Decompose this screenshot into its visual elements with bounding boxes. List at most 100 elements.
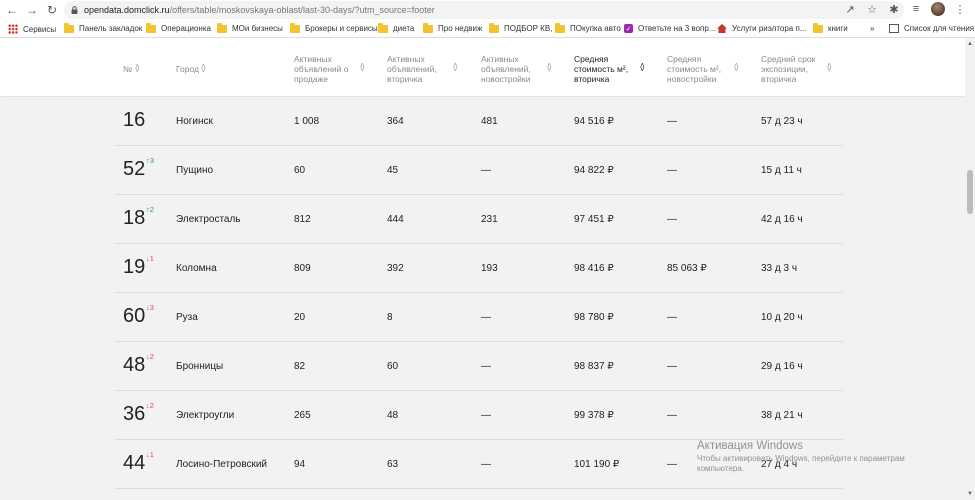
column-header[interactable]: Средний срок экспозиции, вторичка bbox=[761, 54, 815, 84]
table-row[interactable]: 60 ↓3 Руза 20 8 — 98 780 ₽ — 10 д 20 ч bbox=[115, 293, 843, 342]
column-header[interactable]: Город bbox=[176, 64, 199, 74]
windows-activation-watermark: Активация Windows Чтобы активировать Win… bbox=[697, 440, 947, 474]
column-header[interactable]: Средняя стоимость м², вторичка bbox=[574, 54, 628, 84]
bookmark-item[interactable]: ✓ Ответьте на 3 вопр... bbox=[624, 24, 716, 33]
scrollbar[interactable]: ▲ ▼ bbox=[965, 38, 975, 500]
bookmark-label: МОи бизнесы bbox=[232, 24, 283, 33]
forward-arrow-icon[interactable]: → bbox=[24, 2, 40, 18]
bookmark-item[interactable]: диета bbox=[378, 22, 414, 33]
table-row[interactable]: 19 ↓1 Коломна 809 392 193 98 416 ₽ 85 063 ₽ 33 д… bbox=[115, 244, 843, 293]
bookmark-item[interactable]: Сервисы bbox=[8, 24, 56, 34]
secondary-listings-cell: 444 bbox=[387, 214, 404, 225]
sort-arrows-icon[interactable]: ˄ ˅ bbox=[640, 62, 645, 74]
rank-change-badge: ↓3 bbox=[146, 303, 154, 312]
rank-change-value: 3 bbox=[149, 156, 154, 165]
sort-arrows-icon[interactable]: ˄ ˅ bbox=[453, 62, 458, 74]
rank-change-value: 3 bbox=[149, 303, 154, 312]
column-header-line: объявлений, bbox=[387, 64, 437, 74]
table-row[interactable]: 48 ↓2 Бронницы 82 60 — 98 837 ₽ — 29 д 16 ч bbox=[115, 342, 843, 391]
column-header-line: продаже bbox=[294, 74, 328, 84]
rank-change-badge: ↓1 bbox=[146, 450, 154, 459]
table-row[interactable]: 52 ↑3 Пущино 60 45 — 94 822 ₽ — 15 д 11 ч bbox=[115, 146, 843, 195]
price-secondary-cell: 101 190 ₽ bbox=[574, 459, 620, 470]
sort-arrows-icon[interactable]: ˄ ˅ bbox=[547, 62, 552, 74]
sort-arrows-icon[interactable]: ˄ ˅ bbox=[734, 62, 739, 74]
bookmark-item[interactable]: Про недвиж bbox=[423, 22, 482, 33]
table-row[interactable]: 36 ↓2 Электроугли 265 48 — 99 378 ₽ — 38 д 21 ч bbox=[115, 391, 843, 440]
rank-change-badge: ↓2 bbox=[146, 352, 154, 361]
avatar[interactable] bbox=[931, 2, 945, 16]
table-row[interactable]: 18 ↑2 Электросталь 812 444 231 97 451 ₽ — 42 д 1… bbox=[115, 195, 843, 244]
back-arrow-icon[interactable]: ← bbox=[4, 2, 20, 18]
bookmark-item[interactable]: » bbox=[870, 24, 874, 33]
sort-arrows-icon[interactable]: ˄ ˅ bbox=[201, 63, 206, 75]
rank-change-badge: ↓2 bbox=[146, 401, 154, 410]
kebab-menu-icon[interactable]: ⋮ bbox=[953, 2, 967, 16]
column-header-line: вторичка bbox=[761, 74, 797, 84]
column-header[interactable]: Средняя стоимость м², новостройки bbox=[667, 54, 721, 84]
rank-number: 19 bbox=[123, 256, 146, 278]
price-new-cell: 85 063 ₽ bbox=[667, 263, 707, 274]
price-new-cell: — bbox=[667, 214, 677, 225]
sort-arrows-icon[interactable]: ˄ ˅ bbox=[135, 63, 140, 75]
price-secondary-cell: 98 837 ₽ bbox=[574, 361, 614, 372]
total-listings-cell: 60 bbox=[294, 165, 306, 176]
bookmark-item[interactable]: Список для чтения bbox=[889, 24, 974, 33]
column-header-line: новостройки bbox=[667, 74, 717, 84]
column-header-line: экспозиции, bbox=[761, 64, 809, 74]
bookmark-label: Сервисы bbox=[23, 24, 57, 34]
column-header[interactable]: Активных объявлений, вторичка bbox=[387, 54, 437, 84]
secondary-listings-cell: 364 bbox=[387, 116, 404, 127]
rank-change-value: 2 bbox=[149, 401, 154, 410]
menu-lines-icon[interactable]: ≡ bbox=[909, 2, 923, 16]
rank-number: 48 bbox=[123, 354, 146, 376]
extensions-icon[interactable]: ✱ bbox=[887, 2, 901, 16]
city-cell: Электроугли bbox=[176, 410, 235, 421]
scroll-down-icon[interactable]: ▼ bbox=[967, 491, 973, 497]
city-cell: Руза bbox=[176, 312, 198, 323]
table-row[interactable]: 16 Ногинск 1 008 364 481 94 516 ₽ — 57 д 23 ч bbox=[115, 97, 843, 146]
exposure-cell: 33 д 3 ч bbox=[761, 263, 798, 274]
scroll-thumb[interactable] bbox=[967, 170, 973, 214]
scroll-up-icon[interactable]: ▲ bbox=[967, 41, 973, 47]
column-header[interactable]: № bbox=[123, 64, 132, 74]
bookmark-item[interactable]: ПОкупка авто bbox=[555, 22, 621, 33]
bookmark-item[interactable]: Операционка bbox=[146, 22, 211, 33]
rank-change-value: 1 bbox=[149, 254, 154, 263]
url-field[interactable]: opendata.domclick.ru/offers/table/moskov… bbox=[64, 1, 904, 19]
reload-icon[interactable]: ↻ bbox=[44, 2, 60, 18]
browser-address-bar: ← → ↻ opendata.domclick.ru/offers/table/… bbox=[0, 0, 975, 20]
bookmark-item[interactable]: книги bbox=[813, 22, 848, 33]
price-secondary-cell: 98 780 ₽ bbox=[574, 312, 614, 323]
total-listings-cell: 265 bbox=[294, 410, 311, 421]
rank-number: 52 bbox=[123, 158, 146, 180]
bookmark-item[interactable]: Панель закладок bbox=[64, 22, 142, 33]
rank-change-badge: ↑2 bbox=[146, 205, 154, 214]
price-new-cell: — bbox=[667, 361, 677, 372]
exposure-cell: 42 д 16 ч bbox=[761, 214, 803, 225]
share-icon[interactable]: ↗ bbox=[843, 2, 857, 16]
folder-icon bbox=[64, 22, 74, 33]
city-cell: Бронницы bbox=[176, 361, 224, 372]
bookmark-item[interactable]: ПОДБОР КВ, bbox=[489, 22, 552, 33]
column-header-line: № bbox=[123, 64, 133, 74]
exposure-cell: 10 д 20 ч bbox=[761, 312, 803, 323]
price-secondary-cell: 98 416 ₽ bbox=[574, 263, 614, 274]
new-listings-cell: — bbox=[481, 312, 491, 323]
bookmark-item[interactable]: Услуги риэлтора п... bbox=[717, 24, 806, 33]
rank-change-badge: ↑3 bbox=[146, 156, 154, 165]
column-header-line: Средняя bbox=[574, 54, 609, 64]
exposure-cell: 29 д 16 ч bbox=[761, 361, 803, 372]
column-header[interactable]: Активных объявлений о продаже bbox=[294, 54, 349, 84]
sort-arrows-icon[interactable]: ˄ ˅ bbox=[827, 62, 832, 74]
new-listings-cell: — bbox=[481, 410, 491, 421]
price-new-cell: — bbox=[667, 116, 677, 127]
bookmark-item[interactable]: Брокеры и сервисы bbox=[290, 22, 378, 33]
folder-icon bbox=[555, 22, 565, 33]
sort-arrows-icon[interactable]: ˄ ˅ bbox=[360, 62, 365, 74]
exposure-cell: 15 д 11 ч bbox=[761, 165, 802, 176]
bookmark-item[interactable]: МОи бизнесы bbox=[217, 22, 283, 33]
column-header[interactable]: Активных объявлений, новостройки bbox=[481, 54, 531, 84]
star-icon[interactable]: ☆ bbox=[865, 2, 879, 16]
city-cell: Электросталь bbox=[176, 214, 241, 225]
